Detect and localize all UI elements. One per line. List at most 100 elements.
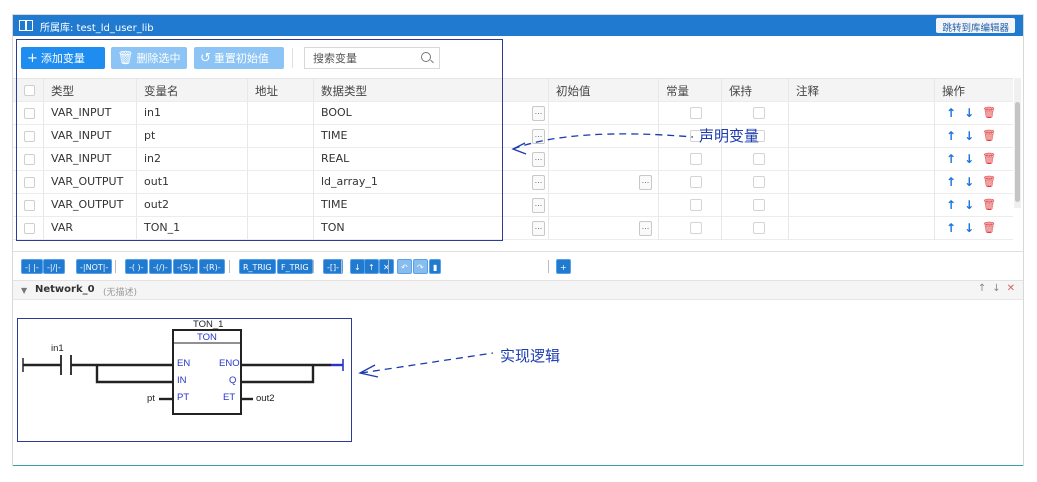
f-trig-button[interactable]: F_TRIG bbox=[277, 259, 313, 274]
table-row[interactable]: VAR_OUTPUT out2 TIME... ↑ ↓ 🗑 bbox=[13, 194, 1013, 217]
cell-name[interactable]: in2 bbox=[137, 148, 248, 170]
delete-row-icon[interactable]: 🗑 bbox=[982, 102, 996, 124]
col-constant[interactable]: 常量 bbox=[659, 79, 722, 101]
cell-datatype[interactable]: REAL... bbox=[314, 148, 549, 170]
coil-reset-button[interactable]: -(R)- bbox=[199, 259, 225, 274]
cell-initial-value[interactable]: ... bbox=[549, 217, 659, 239]
datatype-picker-button[interactable]: ... bbox=[532, 221, 545, 236]
col-retain[interactable]: 保持 bbox=[722, 79, 789, 101]
constant-checkbox[interactable] bbox=[690, 176, 702, 188]
table-row[interactable]: VAR_INPUT in1 BOOL... ↑ ↓ 🗑 bbox=[13, 102, 1013, 125]
move-up-icon[interactable]: ↑ bbox=[946, 148, 956, 170]
retain-checkbox[interactable] bbox=[753, 153, 765, 165]
delete-row-icon[interactable]: 🗑 bbox=[982, 148, 996, 170]
move-down-icon[interactable]: ↓ bbox=[964, 194, 974, 216]
cell-type[interactable]: VAR_OUTPUT bbox=[44, 194, 137, 216]
cell-comment[interactable] bbox=[789, 102, 935, 124]
constant-checkbox[interactable] bbox=[690, 222, 702, 234]
cell-name[interactable]: pt bbox=[137, 125, 248, 147]
move-down-icon[interactable]: ↓ bbox=[964, 171, 974, 193]
contact-nc-button[interactable]: -|/|- bbox=[43, 259, 65, 274]
move-down-icon[interactable]: ↓ bbox=[964, 148, 974, 170]
constant-checkbox[interactable] bbox=[690, 199, 702, 211]
collapse-triangle-icon[interactable]: ▼ bbox=[21, 286, 27, 295]
cell-comment[interactable] bbox=[789, 194, 935, 216]
redo-button[interactable]: ↷ bbox=[413, 259, 428, 274]
cell-datatype[interactable]: ld_array_1... bbox=[314, 171, 549, 193]
datatype-picker-button[interactable]: ... bbox=[532, 106, 545, 121]
cell-initial-value[interactable]: ... bbox=[549, 171, 659, 193]
cell-initial-value[interactable] bbox=[549, 125, 659, 147]
cell-address[interactable] bbox=[248, 171, 314, 193]
col-type[interactable]: 类型 bbox=[44, 79, 137, 101]
datatype-picker-button[interactable]: ... bbox=[532, 129, 545, 144]
delete-row-icon[interactable]: 🗑 bbox=[982, 217, 996, 239]
cell-address[interactable] bbox=[248, 217, 314, 239]
insert-above-button[interactable]: ↑ bbox=[364, 259, 379, 274]
cell-type[interactable]: VAR_INPUT bbox=[44, 148, 137, 170]
delete-row-icon[interactable]: 🗑 bbox=[982, 194, 996, 216]
function-block-button[interactable]: -[]- bbox=[323, 259, 344, 274]
retain-checkbox[interactable] bbox=[753, 199, 765, 211]
col-address[interactable]: 地址 bbox=[248, 79, 314, 101]
delete-element-button[interactable]: ✕ bbox=[379, 259, 394, 274]
paste-button[interactable]: ▮ bbox=[429, 259, 442, 274]
search-icon[interactable] bbox=[421, 52, 431, 62]
insert-below-button[interactable]: ↓ bbox=[350, 259, 365, 274]
cell-datatype[interactable]: TIME... bbox=[314, 125, 549, 147]
move-down-icon[interactable]: ↓ bbox=[964, 217, 974, 239]
table-row[interactable]: VAR_INPUT in2 REAL... ↑ ↓ 🗑 bbox=[13, 148, 1013, 171]
datatype-picker-button[interactable]: ... bbox=[532, 152, 545, 167]
table-row[interactable]: VAR_OUTPUT out1 ld_array_1...... ↑ ↓ 🗑 bbox=[13, 171, 1013, 194]
row-checkbox[interactable] bbox=[24, 154, 35, 165]
constant-checkbox[interactable] bbox=[690, 107, 702, 119]
initial-value-picker-button[interactable]: ... bbox=[639, 221, 652, 236]
row-checkbox[interactable] bbox=[24, 223, 35, 234]
move-up-icon[interactable]: ↑ bbox=[946, 171, 956, 193]
col-datatype[interactable]: 数据类型 bbox=[314, 79, 549, 101]
jump-to-library-editor-button[interactable]: 跳转到库编辑器 bbox=[936, 18, 1015, 34]
cell-datatype[interactable]: BOOL... bbox=[314, 102, 549, 124]
cell-initial-value[interactable] bbox=[549, 194, 659, 216]
cell-address[interactable] bbox=[248, 194, 314, 216]
table-row[interactable]: VAR TON_1 TON...... ↑ ↓ 🗑 bbox=[13, 217, 1013, 240]
initial-value-picker-button[interactable]: ... bbox=[639, 175, 652, 190]
contact-in1[interactable] bbox=[60, 355, 72, 375]
reset-initial-values-button[interactable]: ↺ 重置初始值 bbox=[194, 47, 284, 69]
search-input[interactable] bbox=[313, 48, 413, 68]
scrollbar-thumb[interactable] bbox=[1015, 102, 1020, 202]
cell-comment[interactable] bbox=[789, 148, 935, 170]
table-scrollbar[interactable] bbox=[1014, 78, 1021, 208]
add-variable-button[interactable]: + 添加变量 bbox=[21, 47, 105, 69]
delete-selected-button[interactable]: 🗑 删除选中 bbox=[111, 47, 187, 69]
move-up-icon[interactable]: ↑ bbox=[946, 194, 956, 216]
cell-comment[interactable] bbox=[789, 125, 935, 147]
retain-checkbox[interactable] bbox=[753, 107, 765, 119]
move-network-up-icon[interactable]: ↑ bbox=[978, 283, 986, 294]
delete-row-icon[interactable]: 🗑 bbox=[982, 171, 996, 193]
move-up-icon[interactable]: ↑ bbox=[946, 102, 956, 124]
cell-address[interactable] bbox=[248, 125, 314, 147]
cell-datatype[interactable]: TON... bbox=[314, 217, 549, 239]
cell-type[interactable]: VAR_INPUT bbox=[44, 125, 137, 147]
cell-address[interactable] bbox=[248, 148, 314, 170]
datatype-picker-button[interactable]: ... bbox=[532, 198, 545, 213]
delete-network-icon[interactable]: ✕ bbox=[1007, 283, 1015, 294]
row-checkbox[interactable] bbox=[24, 131, 35, 142]
search-box[interactable] bbox=[304, 47, 440, 69]
cell-name[interactable]: in1 bbox=[137, 102, 248, 124]
col-name[interactable]: 变量名 bbox=[137, 79, 248, 101]
cell-type[interactable]: VAR_INPUT bbox=[44, 102, 137, 124]
move-down-icon[interactable]: ↓ bbox=[964, 125, 974, 147]
cell-type[interactable]: VAR_OUTPUT bbox=[44, 171, 137, 193]
cell-name[interactable]: TON_1 bbox=[137, 217, 248, 239]
add-network-button[interactable]: + bbox=[556, 259, 571, 274]
col-comment[interactable]: 注释 bbox=[789, 79, 935, 101]
cell-name[interactable]: out2 bbox=[137, 194, 248, 216]
move-down-icon[interactable]: ↓ bbox=[964, 102, 974, 124]
r-trig-button[interactable]: R_TRIG bbox=[239, 259, 276, 274]
cell-address[interactable] bbox=[248, 102, 314, 124]
cell-name[interactable]: out1 bbox=[137, 171, 248, 193]
col-initial-value[interactable]: 初始值 bbox=[549, 79, 659, 101]
select-all-checkbox[interactable] bbox=[24, 85, 35, 96]
